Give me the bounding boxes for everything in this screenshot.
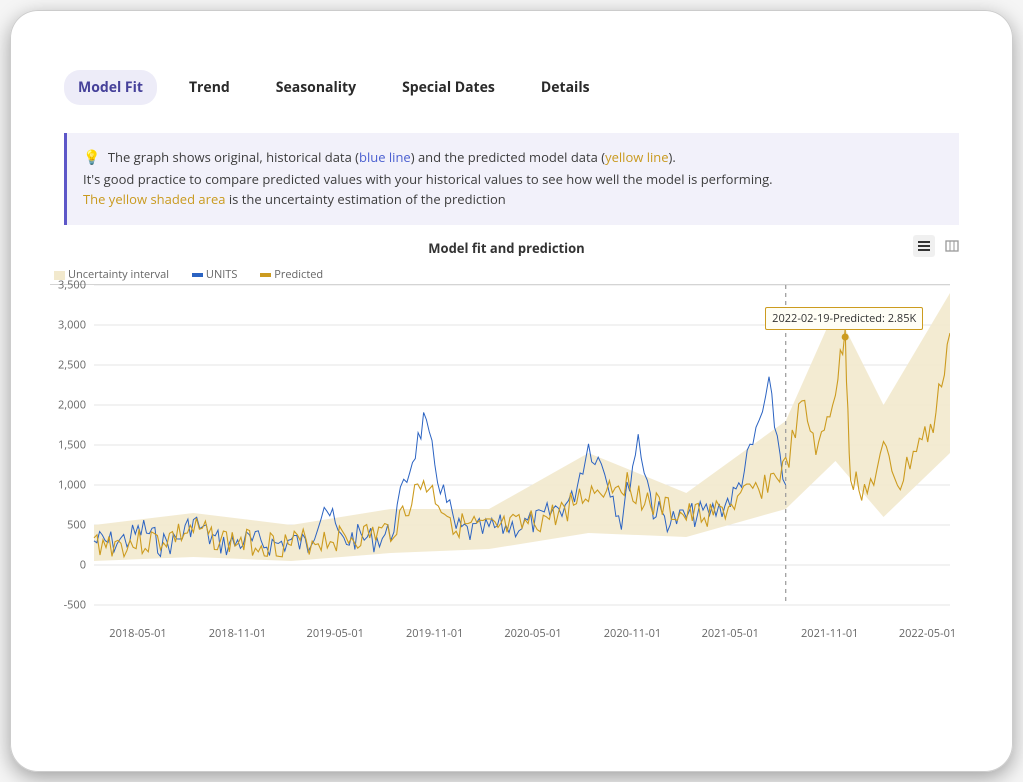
tab-special-dates[interactable]: Special Dates bbox=[388, 70, 509, 105]
chart-legend: Uncertainty interval UNITS Predicted bbox=[50, 263, 963, 284]
info-yellow-line: yellow line bbox=[605, 148, 668, 166]
chart-tooltip: 2022-02-19-Predicted: 2.85K bbox=[765, 307, 923, 330]
lightbulb-icon: 💡 bbox=[83, 148, 100, 167]
tab-details[interactable]: Details bbox=[527, 70, 604, 105]
info-blue-line: blue line bbox=[359, 148, 411, 166]
chart-title: Model fit and prediction bbox=[50, 239, 963, 257]
tabs-bar: Model Fit Trend Seasonality Special Date… bbox=[10, 40, 1013, 123]
tab-model-fit[interactable]: Model Fit bbox=[64, 70, 157, 105]
info-shaded-area: The yellow shaded area bbox=[83, 190, 226, 208]
chart-menu-icon[interactable] bbox=[913, 235, 935, 257]
tab-trend[interactable]: Trend bbox=[175, 70, 244, 105]
tab-seasonality[interactable]: Seasonality bbox=[262, 70, 370, 105]
info-callout: 💡 The graph shows original, historical d… bbox=[64, 133, 959, 225]
info-line2: It's good practice to compare predicted … bbox=[83, 169, 943, 189]
chart-plot[interactable]: -50005001,0001,5002,0002,5003,0003,500 2… bbox=[50, 284, 950, 626]
chart-fullscreen-icon[interactable] bbox=[941, 235, 963, 257]
info-text: The graph shows original, historical dat… bbox=[108, 148, 359, 166]
x-axis: 2018-05-012018-11-012019-05-012019-11-01… bbox=[94, 626, 950, 644]
